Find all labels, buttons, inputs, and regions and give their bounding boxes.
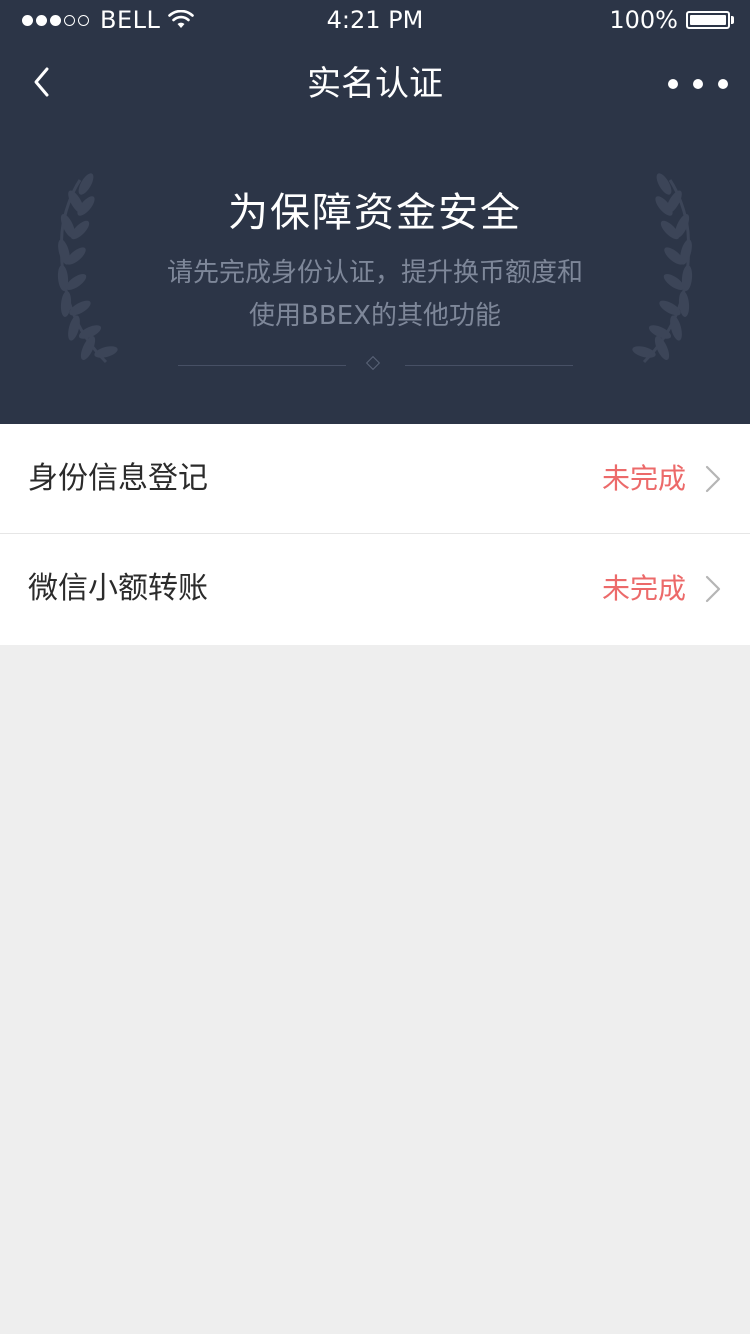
back-button[interactable] bbox=[20, 60, 64, 104]
banner-subtitle-line: 请先完成身份认证，提升换币额度和 bbox=[166, 258, 583, 288]
more-dot bbox=[668, 79, 678, 89]
verification-list: 身份信息登记 未完成 微信小额转账 未完成 bbox=[0, 424, 750, 645]
page-title: 实名认证 bbox=[307, 64, 443, 104]
more-button[interactable] bbox=[668, 70, 728, 98]
more-dot bbox=[718, 79, 728, 89]
divider-line-right bbox=[405, 365, 573, 366]
chevron-right-icon bbox=[705, 465, 721, 493]
battery-fill bbox=[690, 15, 726, 25]
status-badge: 未完成 bbox=[601, 462, 686, 495]
battery-tip bbox=[731, 16, 734, 24]
list-item-label: 微信小额转账 bbox=[28, 571, 208, 606]
nav-bar: 实名认证 bbox=[0, 40, 750, 128]
divider-line-left bbox=[178, 365, 346, 366]
battery-percent: 100% bbox=[609, 6, 678, 34]
status-bar-right: 100% bbox=[609, 6, 734, 34]
list-item-label: 身份信息登记 bbox=[28, 461, 208, 496]
banner-subtitle-line: 使用BBEX的其他功能 bbox=[249, 301, 501, 331]
status-badge: 未完成 bbox=[601, 572, 686, 605]
more-dot bbox=[693, 79, 703, 89]
diamond-icon bbox=[365, 355, 381, 371]
list-item-identity-info[interactable]: 身份信息登记 未完成 bbox=[0, 424, 750, 534]
banner-title: 为保障资金安全 bbox=[228, 190, 522, 236]
status-bar: BELL 4:21 PM 100% bbox=[0, 0, 750, 40]
header: BELL 4:21 PM 100% 实名认证 为保障资金安全 请先完成身份认证，… bbox=[0, 0, 750, 424]
list-item-wechat-transfer[interactable]: 微信小额转账 未完成 bbox=[0, 534, 750, 645]
banner-subtitle: 请先完成身份认证，提升换币额度和 使用BBEX的其他功能 bbox=[125, 252, 625, 338]
battery-icon bbox=[686, 11, 734, 29]
chevron-left-icon bbox=[34, 67, 49, 97]
chevron-right-icon bbox=[705, 575, 721, 603]
